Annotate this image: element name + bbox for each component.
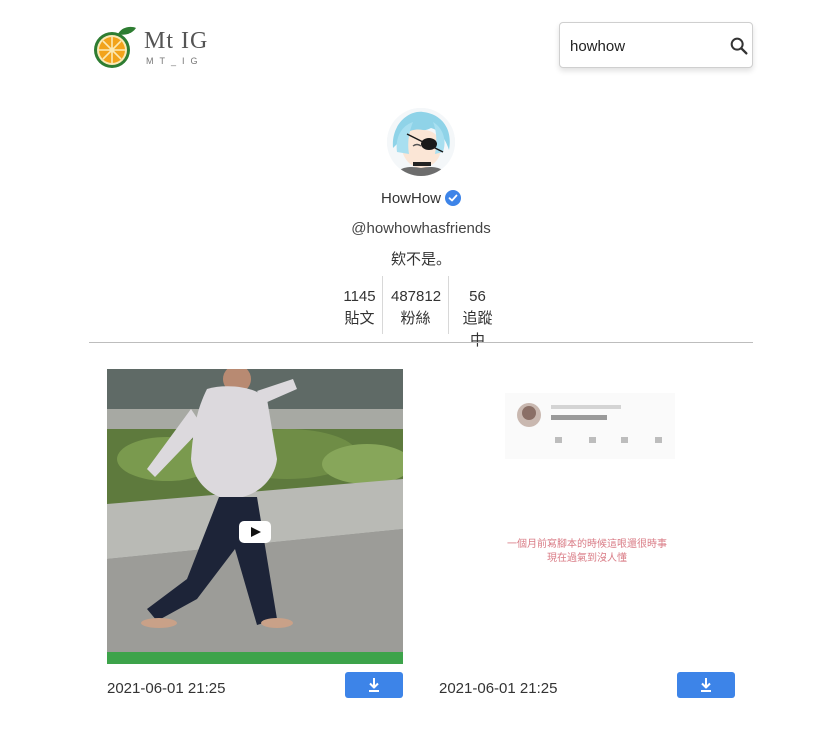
profile-avatar — [387, 108, 455, 176]
post-image-thumbnail[interactable]: 一個月前寫腳本的時候這哏還很時事 現在過氣到沒人懂 — [439, 369, 735, 664]
search-box — [559, 22, 753, 68]
post-date: 2021-06-01 21:25 — [107, 680, 226, 697]
verified-badge-icon — [445, 190, 461, 206]
post-caption-line-1: 一個月前寫腳本的時候這哏還很時事 — [507, 539, 667, 550]
stat-followers-label: 粉絲 — [400, 310, 431, 327]
logo-subtext: MT_IG — [146, 56, 204, 66]
stat-posts-label: 貼文 — [344, 310, 375, 327]
profile-display-name: HowHow — [380, 190, 441, 207]
download-button[interactable] — [345, 672, 403, 698]
download-icon — [701, 678, 711, 692]
stat-posts-value: 1145 — [343, 288, 376, 305]
search-icon[interactable] — [728, 35, 750, 57]
profile-handle: @howhowhasfriends — [351, 220, 491, 237]
post-caption-line-2: 現在過氣到沒人懂 — [547, 553, 627, 564]
profile-stats: 1145 貼文 487812 粉絲 56 追蹤中 — [337, 276, 506, 349]
post-date: 2021-06-01 21:25 — [439, 680, 558, 697]
post-video-thumbnail[interactable] — [107, 369, 403, 664]
profile-bio: 欸不是。 — [390, 251, 451, 268]
download-button[interactable] — [677, 672, 735, 698]
post-card: 一個月前寫腳本的時候這哏還很時事 現在過氣到沒人懂 2021-06-01 21:… — [439, 369, 735, 712]
logo-wordmark: Mt IG — [144, 28, 209, 54]
search-input[interactable] — [570, 35, 720, 57]
site-logo[interactable]: Mt IG MT_IG — [92, 22, 222, 70]
stat-following-label: 追蹤中 — [462, 310, 493, 349]
stat-followers: 487812 粉絲 — [382, 276, 448, 334]
stat-following-value: 56 — [469, 288, 486, 305]
post-footer: 2021-06-01 21:25 — [439, 672, 735, 712]
video-frame-illustration — [107, 369, 403, 664]
orange-logo-icon — [94, 26, 136, 68]
stat-posts: 1145 貼文 — [337, 276, 382, 334]
download-icon — [369, 678, 379, 692]
play-icon[interactable] — [239, 521, 271, 543]
comment-screenshot-illustration — [439, 369, 735, 664]
post-card: 2021-06-01 21:25 — [107, 369, 403, 712]
stat-followers-value: 487812 — [391, 288, 442, 305]
stat-following: 56 追蹤中 — [448, 276, 506, 349]
avatar-illustration — [387, 108, 455, 176]
profile-name-row: HowHow — [0, 190, 828, 207]
post-footer: 2021-06-01 21:25 — [107, 672, 403, 712]
section-divider — [89, 342, 753, 343]
